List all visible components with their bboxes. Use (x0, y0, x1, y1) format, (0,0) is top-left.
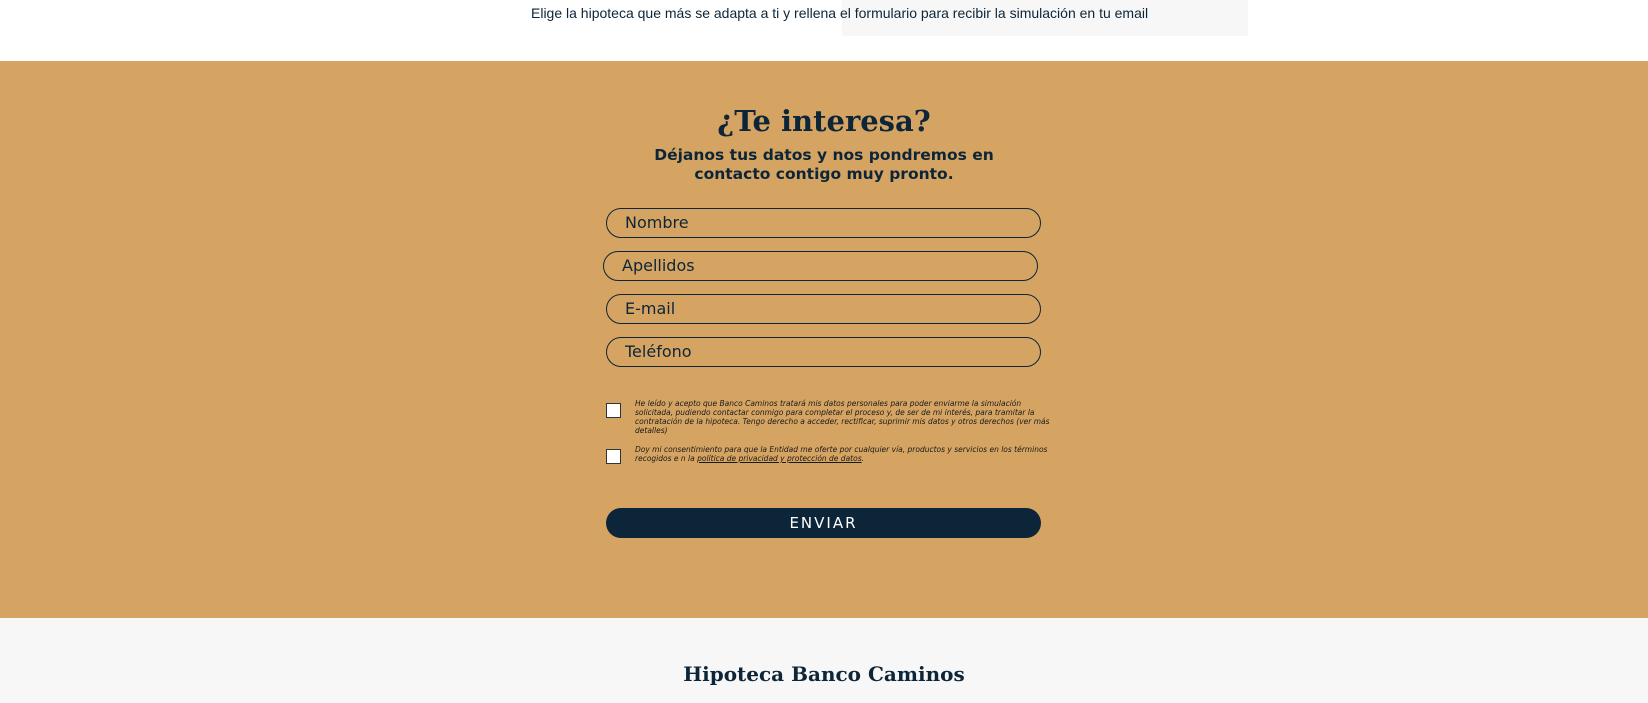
consent-marketing-end: . (861, 454, 864, 463)
consent-marketing-text: Doy mi consentimiento para que la Entida… (635, 445, 1055, 463)
intro-text: Elige la hipoteca que más se adapta a ti… (531, 5, 1149, 21)
telefono-input[interactable]: Teléfono (606, 337, 1041, 367)
submit-button[interactable]: ENVIAR (606, 508, 1041, 538)
privacy-policy-link[interactable]: política de privacidad y protección de d… (697, 454, 862, 463)
email-input[interactable]: E-mail (606, 294, 1041, 324)
form-title: ¿Te interesa? (717, 104, 931, 138)
apellidos-input[interactable]: Apellidos (603, 251, 1038, 281)
nombre-input[interactable]: Nombre (606, 208, 1041, 238)
consent-data-processing-checkbox[interactable] (606, 403, 621, 418)
footer-title: Hipoteca Banco Caminos (683, 662, 965, 686)
consent-marketing-checkbox[interactable] (606, 449, 621, 464)
form-subtitle: Déjanos tus datos y nos pondremos en con… (654, 146, 994, 183)
intro-section: Elige la hipoteca que más se adapta a ti… (0, 0, 1648, 61)
consent-data-processing-text: He leído y acepto que Banco Caminos trat… (635, 399, 1050, 435)
footer-section: Hipoteca Banco Caminos (0, 618, 1648, 703)
